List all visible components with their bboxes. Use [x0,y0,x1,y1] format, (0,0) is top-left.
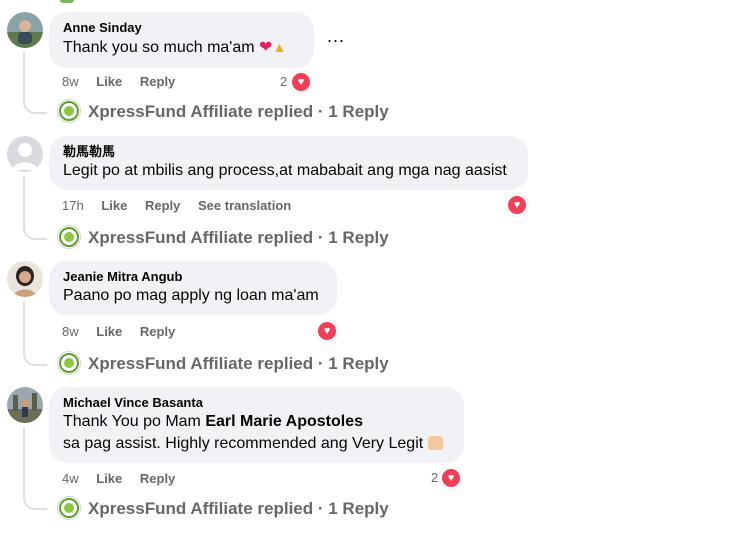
view-replies-link[interactable]: XpressFund Affiliate replied · 1 Reply [88,102,389,122]
comment-text: Thank you so much ma'am ❤▲ [63,36,300,59]
comment-text: Legit po at mbilis ang process,at mababa… [63,162,507,179]
replied-by: XpressFund Affiliate replied [88,499,314,518]
view-replies-link[interactable]: XpressFund Affiliate replied · 1 Reply [88,228,389,248]
reply-button[interactable]: Reply [140,471,175,486]
separator: · [313,499,329,518]
comment-meta: 4w Like Reply [62,471,175,487]
avatar[interactable] [7,261,43,297]
reply-button[interactable]: Reply [140,74,175,89]
comment-text-line1: Thank You po Mam Earl Marie Apostoles [63,411,450,433]
comment-bubble: 勒馬勒馬 Legit po at mbilis ang process,at m… [49,136,528,190]
love-reaction-icon[interactable]: ♥ [290,71,312,93]
affiliate-avatar[interactable] [57,496,81,520]
reply-count: 1 Reply [328,354,389,373]
separator: · [313,228,329,247]
affiliate-avatar[interactable] [57,225,81,249]
love-reaction-icon[interactable]: ♥ [440,467,462,489]
comment-bubble: Jeanie Mitra Angub Paano po mag apply ng… [49,261,337,315]
reply-button[interactable]: Reply [145,198,180,213]
previous-item-edge [60,0,74,3]
xpressfund-logo-icon [59,353,79,373]
view-replies-link[interactable]: XpressFund Affiliate replied · 1 Reply [88,354,389,374]
red-heart-emoji-icon: ❤ [259,39,273,56]
separator: · [313,102,329,121]
comment-meta: 8w Like Reply [62,74,175,90]
thread-connector [23,427,47,510]
avatar-photo-icon [7,387,43,423]
reply-count: 1 Reply [328,102,389,121]
comment-meta: 8w Like Reply [62,324,175,340]
thread-connector [23,176,47,240]
comment-text-content: Thank you so much ma'am [63,39,255,56]
mention-link[interactable]: Earl Marie Apostoles [205,413,363,430]
xpressfund-logo-icon [59,498,79,518]
xpressfund-logo-icon [59,101,79,121]
comment-text-prefix: Thank You po Mam [63,413,206,430]
comment-meta: 17h Like Reply See translation [62,198,291,214]
reaction-count[interactable]: 2 [431,470,438,486]
avatar-photo-icon [7,261,43,297]
comment-text-content: sa pag assist. Highly recommended ang Ve… [63,435,424,452]
like-button[interactable]: Like [96,74,122,89]
see-translation-button[interactable]: See translation [198,198,291,213]
like-button[interactable]: Like [101,198,127,213]
ellipsis-icon[interactable]: ... [327,26,345,47]
comment-time[interactable]: 17h [62,198,84,213]
affiliate-avatar[interactable] [57,99,81,123]
affiliate-avatar[interactable] [57,351,81,375]
reply-count: 1 Reply [328,499,389,518]
comment-author[interactable]: Michael Vince Basanta [63,395,450,411]
love-reaction-icon[interactable]: ♥ [316,320,338,342]
thumbs-up-emoji-icon [427,436,443,450]
reply-button[interactable]: Reply [140,324,175,339]
thread-connector [23,301,47,366]
reply-count: 1 Reply [328,228,389,247]
comment-time[interactable]: 4w [62,471,79,486]
xpressfund-logo-icon [59,227,79,247]
thread-connector [23,52,47,114]
replied-by: XpressFund Affiliate replied [88,354,314,373]
like-button[interactable]: Like [96,324,122,339]
default-profile-icon [12,143,38,170]
replied-by: XpressFund Affiliate replied [88,228,314,247]
comment-author[interactable]: 勒馬勒馬 [63,144,514,160]
avatar[interactable] [7,136,43,172]
love-reaction-icon[interactable]: ♥ [506,194,528,216]
avatar[interactable] [7,387,43,423]
folded-hands-emoji-icon: ▲ [272,39,287,55]
comment-time[interactable]: 8w [62,74,79,89]
replied-by: XpressFund Affiliate replied [88,102,314,121]
avatar-photo-icon [7,12,43,48]
like-button[interactable]: Like [96,471,122,486]
comment-bubble: Anne Sinday Thank you so much ma'am ❤▲ [49,12,314,68]
comment-text-line2: sa pag assist. Highly recommended ang Ve… [63,433,450,455]
comment-time[interactable]: 8w [62,324,79,339]
view-replies-link[interactable]: XpressFund Affiliate replied · 1 Reply [88,499,389,519]
comment-author[interactable]: Anne Sinday [63,20,300,36]
avatar[interactable] [7,12,43,48]
separator: · [313,354,329,373]
comment-text: Paano po mag apply ng loan ma'am [63,287,319,304]
reaction-count[interactable]: 2 [280,74,287,90]
comment-bubble: Michael Vince Basanta Thank You po Mam E… [49,387,464,463]
comment-author[interactable]: Jeanie Mitra Angub [63,269,323,285]
